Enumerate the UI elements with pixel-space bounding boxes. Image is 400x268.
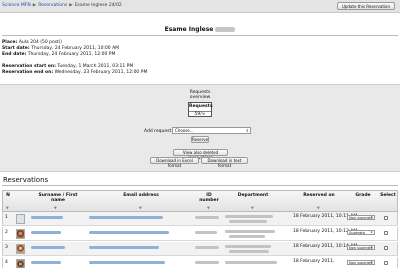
- redacted-email[interactable]: [89, 246, 159, 249]
- sort-down-icon[interactable]: ▼: [6, 206, 9, 210]
- requests-count-value: 59/∞: [189, 111, 211, 117]
- chevron-down-icon: ⇕: [245, 128, 249, 133]
- avatar[interactable]: [16, 229, 25, 239]
- redacted-department: [229, 250, 269, 253]
- select-checkbox[interactable]: [384, 261, 388, 265]
- column-header-select[interactable]: Select: [379, 193, 397, 198]
- redacted-email[interactable]: [89, 231, 169, 234]
- reservation-start-value: Tuesday, 1 March 2011, 03:11 PM: [57, 64, 134, 69]
- page-title: Esame Inglese: [0, 26, 400, 33]
- requests-overview-line2: overview: [189, 95, 211, 100]
- update-reservation-button[interactable]: Update this Reservation: [336, 2, 395, 10]
- row-number: 4: [5, 260, 8, 265]
- sort-down-icon[interactable]: ▼: [54, 206, 57, 210]
- redacted-name[interactable]: [31, 261, 61, 264]
- redacted-department: [225, 261, 277, 264]
- redacted-department: [225, 230, 275, 233]
- start-date-label: Start date:: [2, 46, 30, 51]
- chevron-down-icon: ⇕: [370, 230, 373, 234]
- place-label: Place:: [2, 40, 18, 45]
- column-header-id-number[interactable]: ID number: [199, 193, 219, 203]
- chevron-down-icon: ⇕: [370, 260, 373, 264]
- redacted-id: [195, 261, 219, 264]
- breadcrumb-separator-icon: ▶: [69, 3, 73, 8]
- redacted-id: [195, 231, 217, 234]
- grade-select[interactable]: Superato ⇕: [347, 230, 375, 235]
- reservation-end-value: Wednesday, 23 February 2011, 12:00 PM: [54, 70, 148, 75]
- column-header-grade[interactable]: Grade: [353, 193, 373, 198]
- add-request-select[interactable]: Choose... ⇕: [172, 127, 251, 134]
- download-excel-button[interactable]: Download in Excel format: [150, 157, 199, 168]
- requests-panel: Requests overview Requests 59/∞ Add requ…: [0, 84, 400, 172]
- grade-select[interactable]: Non superato ⇕: [347, 260, 375, 265]
- breadcrumb-item-science-mfn[interactable]: Science MFN: [2, 3, 31, 8]
- redacted-department: [229, 235, 265, 238]
- column-header-department[interactable]: Department: [225, 193, 281, 198]
- column-header-reserved-on[interactable]: Reserved on: [299, 193, 339, 198]
- end-date-value: Thursday, 24 February 2011, 12:00 PM: [27, 52, 116, 57]
- redacted-department: [225, 245, 271, 248]
- chevron-down-icon: ⇕: [370, 245, 373, 249]
- breadcrumb-separator-icon: ▶: [32, 3, 37, 8]
- row-number: 3: [5, 245, 8, 250]
- add-request-select-value: Choose...: [175, 128, 194, 133]
- navbar: Science MFN ▶ Reservations ▶ Esame Inglese 2…: [0, 0, 400, 13]
- place-value: Aula 204 (50 posti): [18, 40, 62, 45]
- divider: [2, 185, 398, 186]
- breadcrumb-item-reservations[interactable]: Reservations: [38, 3, 67, 8]
- requests-overview-heading: Requests overview: [180, 90, 220, 100]
- grade-select[interactable]: Non superato ⇕: [347, 245, 375, 250]
- redacted-title-part: [215, 27, 236, 32]
- table-header: N Surname / First name Email address ID …: [2, 190, 398, 212]
- redacted-email[interactable]: [89, 261, 165, 264]
- select-checkbox[interactable]: [384, 231, 388, 235]
- view-deleted-button[interactable]: View also deleted reservations: [173, 149, 228, 160]
- redacted-name[interactable]: [31, 231, 61, 234]
- row-number: 2: [5, 230, 8, 235]
- table-row: 1 18 February 2011, 10:11 AM Non superat…: [2, 212, 398, 226]
- breadcrumb: Science MFN ▶ Reservations ▶ Esame Inglese 2…: [2, 3, 122, 8]
- divider: [2, 35, 398, 36]
- column-header-email[interactable]: Email address: [115, 193, 167, 198]
- column-header-surname[interactable]: Surname / First name: [35, 193, 81, 203]
- redacted-name[interactable]: [31, 216, 63, 219]
- sort-down-icon[interactable]: ▼: [251, 206, 254, 210]
- download-text-button[interactable]: Download in text format: [201, 157, 248, 168]
- select-checkbox[interactable]: [384, 216, 388, 220]
- redacted-email[interactable]: [89, 216, 163, 219]
- redacted-id: [195, 216, 219, 219]
- select-checkbox[interactable]: [384, 246, 388, 250]
- start-date-value: Thursday, 24 February 2011, 10:00 AM: [31, 46, 120, 51]
- reserve-button[interactable]: Reserve: [191, 136, 209, 143]
- breadcrumb-item-current: Esame Inglese 24/02: [74, 3, 122, 8]
- redacted-id: [195, 246, 219, 249]
- requests-count-box: Requests 59/∞: [188, 102, 213, 117]
- end-date-line: End date: Thursday, 24 February 2011, 12…: [2, 52, 115, 58]
- sort-down-icon[interactable]: ▼: [317, 206, 320, 210]
- requests-count-label: Requests: [189, 104, 213, 109]
- row-number: 1: [5, 215, 8, 220]
- page-title-text: Esame Inglese: [164, 26, 214, 33]
- table-row: 3 18 February 2011, 10:14 AM Non superat…: [2, 242, 398, 256]
- sort-down-icon[interactable]: ▼: [139, 206, 142, 210]
- chevron-down-icon: ⇕: [370, 215, 373, 219]
- reserved-on-value: 18 February 2011,: [293, 259, 335, 264]
- avatar[interactable]: [16, 244, 25, 254]
- reservation-start-label: Reservation start on:: [2, 64, 56, 69]
- redacted-name[interactable]: [31, 246, 65, 249]
- table-row: 4 18 February 2011, Non superato ⇕: [2, 257, 398, 268]
- column-header-n[interactable]: N: [5, 193, 11, 198]
- grade-select[interactable]: Non superato ⇕: [347, 215, 375, 220]
- table-row: 2 18 February 2011, 10:12 AM Superato ⇕: [2, 227, 398, 241]
- redacted-department: [225, 215, 273, 218]
- reservations-heading: Reservations: [3, 176, 49, 184]
- reservation-end-line: Reservation end on: Wednesday, 23 Februa…: [2, 70, 147, 76]
- sort-down-icon[interactable]: ▼: [207, 206, 210, 210]
- redacted-department: [229, 220, 267, 223]
- avatar[interactable]: [16, 259, 25, 268]
- end-date-label: End date:: [2, 52, 27, 57]
- add-request-label: Add request :: [144, 129, 174, 134]
- avatar[interactable]: [16, 214, 25, 224]
- reservation-end-label: Reservation end on:: [2, 70, 54, 75]
